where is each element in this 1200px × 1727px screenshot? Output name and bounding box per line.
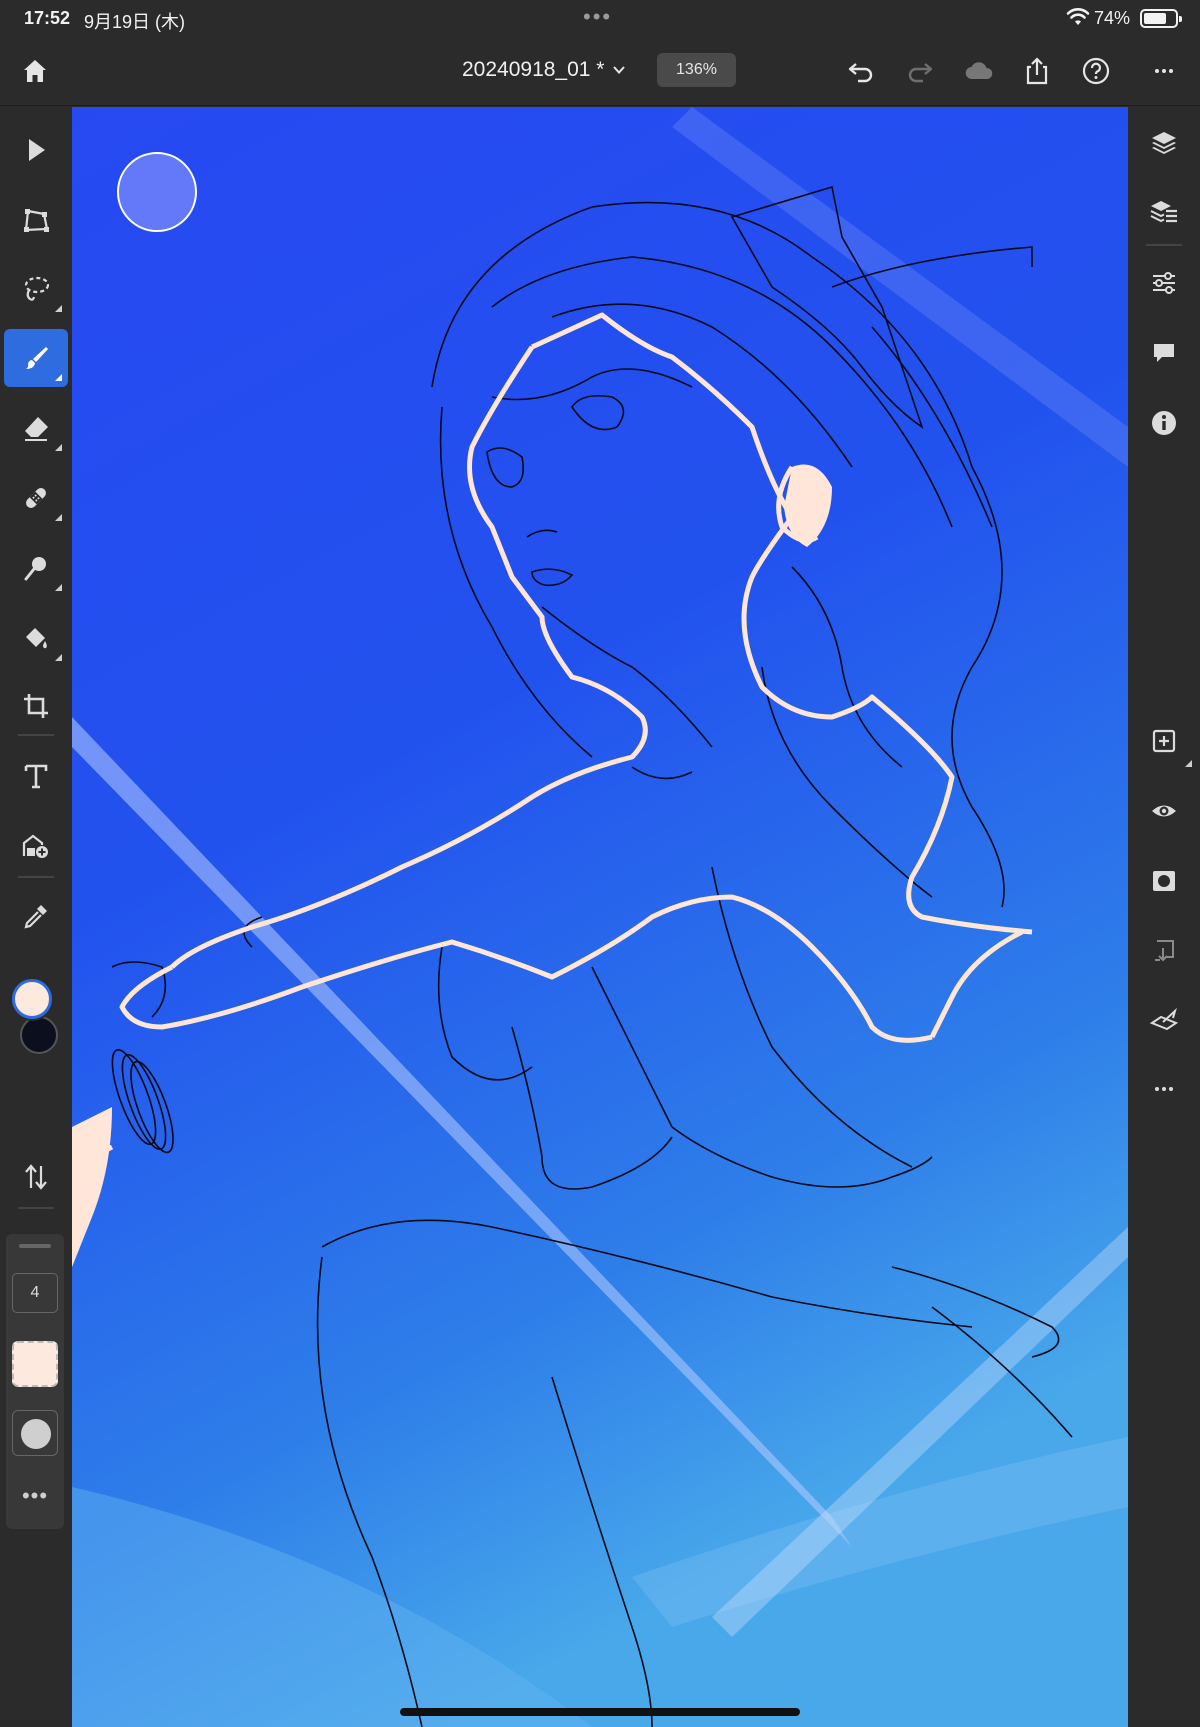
status-time: 17:52 (24, 8, 71, 28)
smudge-icon (24, 557, 46, 581)
brush-tool[interactable] (4, 329, 68, 387)
redo-icon[interactable] (899, 50, 941, 92)
select-tool[interactable] (4, 121, 68, 179)
document-title-button[interactable]: 20240918_01 * (462, 58, 626, 82)
info-button[interactable] (1140, 399, 1188, 447)
multitasking-dots[interactable]: ••• (583, 4, 612, 30)
visibility-button[interactable] (1140, 787, 1188, 835)
app-window: 17:52 9月19日 (木) ••• 74% 20240918_01 * 13… (0, 0, 1200, 1727)
brush-tip-icon (21, 1419, 51, 1449)
crop-icon (24, 694, 48, 718)
battery-icon (1140, 9, 1182, 28)
home-indicator[interactable] (400, 1708, 800, 1716)
text-tool[interactable] (4, 747, 68, 805)
transform-tool[interactable] (4, 191, 68, 249)
healing-tool[interactable] (4, 469, 68, 527)
visibility-icon (1152, 805, 1176, 817)
adjustments-button[interactable] (1140, 259, 1188, 307)
crop-tool[interactable] (4, 677, 68, 735)
eraser-icon (25, 417, 48, 441)
battery-fill (1144, 13, 1167, 24)
foreground-color-swatch[interactable] (12, 979, 52, 1019)
place-image-icon (22, 834, 48, 858)
healing-icon (26, 488, 46, 508)
status-bar: 17:52 9月19日 (木) ••• 74% (0, 0, 1200, 36)
smudge-tool[interactable] (4, 539, 68, 597)
top-toolbar: 20240918_01 * 136% (0, 36, 1200, 106)
adjustments-icon (1153, 272, 1175, 294)
more-icon[interactable] (1143, 50, 1185, 92)
comments-button[interactable] (1140, 329, 1188, 377)
lasso-icon (24, 276, 50, 301)
comments-icon (1154, 344, 1174, 362)
undo-icon[interactable] (840, 50, 882, 92)
brush-size-button[interactable]: 4 (12, 1273, 58, 1313)
status-date: 9月19日 (木) (84, 12, 186, 32)
add-layer-icon (1152, 729, 1176, 753)
layers-icon (1152, 132, 1176, 154)
left-toolbar: 4 ••• (0, 107, 72, 1727)
background-color-swatch[interactable] (20, 1016, 58, 1054)
select-icon (29, 139, 45, 161)
fill-icon (26, 628, 47, 649)
transform-icon (24, 209, 49, 232)
brush-icon (26, 347, 48, 369)
brush-settings-panel: 4 ••• (6, 1234, 64, 1529)
panel-handle[interactable] (19, 1244, 51, 1248)
right-toolbar (1128, 107, 1200, 1727)
lasso-tool[interactable] (4, 260, 68, 318)
home-icon[interactable] (14, 50, 56, 92)
swap-colors-icon[interactable] (21, 1162, 51, 1192)
clear-icon (1149, 1007, 1179, 1031)
merge-down-button[interactable] (1140, 927, 1188, 975)
eraser-tool[interactable] (4, 399, 68, 457)
brush-tip-button[interactable] (12, 1410, 58, 1456)
mask-button[interactable] (1140, 857, 1188, 905)
info-icon (1152, 411, 1176, 435)
eyedropper-tool[interactable] (4, 887, 68, 945)
fill-tool[interactable] (4, 609, 68, 667)
brush-cursor-preview (117, 152, 197, 232)
place-image-tool[interactable] (4, 817, 68, 875)
drawing-canvas[interactable] (72, 107, 1128, 1727)
wifi-icon (1066, 8, 1090, 25)
chevron-down-icon (613, 66, 626, 74)
add-layer-button[interactable] (1140, 717, 1192, 767)
mask-icon (1153, 871, 1175, 891)
more-icon (1155, 1087, 1173, 1091)
merge-down-icon (1155, 940, 1174, 962)
help-icon[interactable] (1075, 50, 1117, 92)
artwork (72, 107, 1128, 1727)
text-icon (24, 764, 48, 789)
eyedropper-icon (24, 905, 47, 929)
brush-color-swatch[interactable] (12, 1341, 58, 1387)
clear-layer-button[interactable] (1140, 997, 1188, 1045)
document-title: 20240918_01 * (462, 58, 605, 81)
share-icon[interactable] (1016, 50, 1058, 92)
layer-more-button[interactable] (1140, 1065, 1188, 1113)
layers-button[interactable] (1140, 119, 1188, 167)
battery-percent: 74% (1094, 8, 1131, 28)
brush-more-button[interactable]: ••• (12, 1479, 58, 1513)
zoom-level-button[interactable]: 136% (657, 53, 736, 87)
layer-properties-button[interactable] (1140, 188, 1188, 236)
cloud-icon[interactable] (958, 50, 1000, 92)
layer-properties-icon (1150, 201, 1177, 223)
